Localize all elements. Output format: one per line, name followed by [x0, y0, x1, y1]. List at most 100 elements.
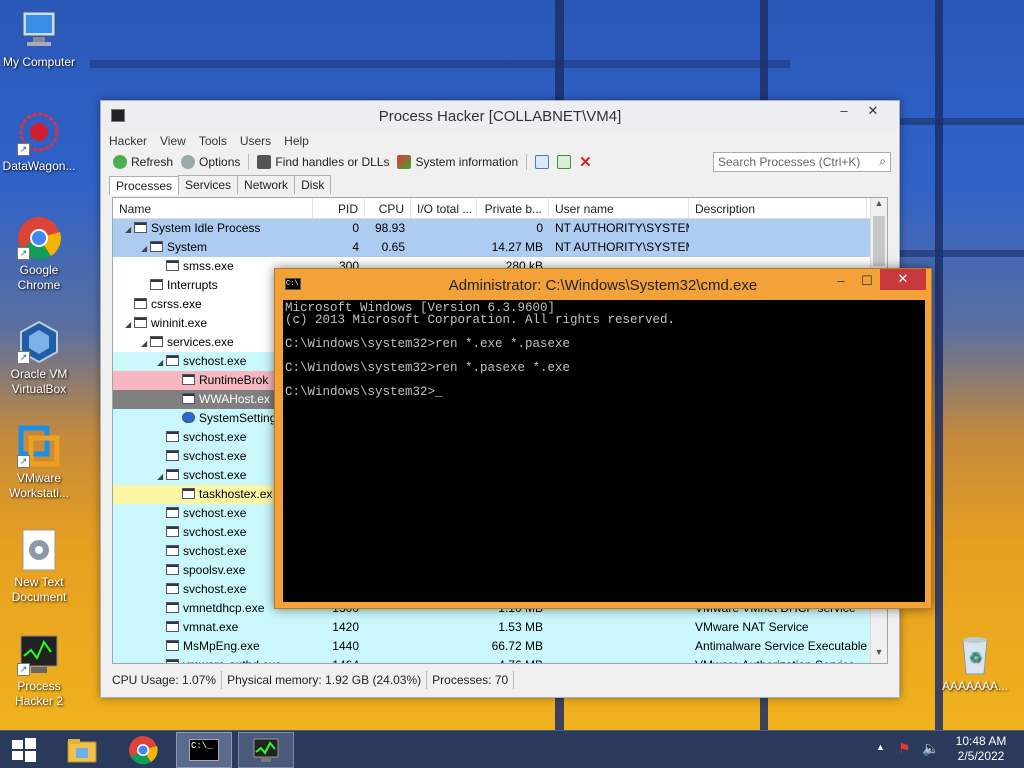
cmd-close-button[interactable]: ✕ [880, 269, 926, 290]
user-cell [549, 656, 689, 663]
console-line: C:\Windows\system32>ren *.pasexe *.exe [285, 361, 571, 375]
find-handles-button[interactable]: Find handles or DLLs [257, 155, 389, 169]
process-row[interactable]: ◢ System Idle Process 0 98.93 0 NT AUTHORITY\… [113, 219, 887, 238]
scroll-up-arrow[interactable]: ▲ [871, 198, 887, 214]
clock-date: 2/5/2022 [957, 749, 1005, 763]
taskbar-process-hacker[interactable] [238, 732, 294, 768]
process-icon [166, 507, 179, 518]
desktop-icon-recycle-bin[interactable]: ♻ AAAAAAA... [937, 632, 1013, 694]
scroll-down-arrow[interactable]: ▼ [871, 647, 887, 663]
desktop-icon-virtualbox[interactable]: ↗ Oracle VM VirtualBox [1, 320, 77, 397]
user-cell: NT AUTHORITY\SYSTEM [555, 221, 689, 235]
console-output[interactable]: Microsoft Windows [Version 6.3.9600] (c) … [283, 300, 925, 602]
tab-processes[interactable]: Processes [109, 176, 180, 195]
close-x-icon[interactable]: ✕ [579, 153, 592, 171]
chrome-icon: ↗ [17, 216, 61, 260]
process-name: services.exe [167, 335, 234, 349]
expand-toggle[interactable]: ◢ [141, 241, 150, 256]
scroll-thumb[interactable] [873, 216, 885, 266]
menu-tools[interactable]: Tools [199, 134, 227, 148]
taskbar-cmd[interactable]: C:\_ [176, 732, 232, 768]
process-icon [134, 222, 147, 233]
process-name: spoolsv.exe [183, 563, 246, 577]
tab-disk[interactable]: Disk [294, 175, 332, 194]
close-button[interactable]: ✕ [851, 101, 895, 122]
start-button[interactable] [0, 732, 48, 768]
tab-services[interactable]: Services [178, 175, 239, 194]
pid-cell: 1464 [313, 656, 365, 663]
process-name: svchost.exe [183, 449, 247, 463]
taskbar-chrome[interactable] [115, 732, 171, 768]
title-bar[interactable]: Process Hacker [COLLABNET\VM4] – ✕ [101, 101, 899, 131]
options-label: Options [199, 155, 241, 169]
process-icon [182, 393, 195, 404]
vmware-icon: ↗ [17, 424, 61, 468]
menu-view[interactable]: View [160, 134, 186, 148]
cmd-maximize-button[interactable]: ☐ [854, 271, 880, 292]
desktop-icon-vmware[interactable]: ↗ VMware Workstati... [1, 424, 77, 501]
process-name: svchost.exe [183, 354, 247, 368]
desktop-icon-process-hacker[interactable]: ↗ Process Hacker 2 [1, 632, 77, 709]
desktop-icon-chrome[interactable]: ↗ Google Chrome [1, 216, 77, 293]
column-name[interactable]: Name [113, 198, 313, 218]
virtualbox-icon: ↗ [17, 320, 61, 364]
desktop-icon-label: DataWagon... [2, 159, 76, 173]
action-center-flag-icon[interactable]: ⚑ [898, 740, 911, 757]
process-name: taskhostex.ex [199, 487, 273, 501]
process-icon [166, 355, 179, 366]
show-hidden-icons[interactable]: ▲ [876, 742, 885, 752]
name-cell: vmware-authd.exe [113, 656, 313, 663]
expand-toggle[interactable]: ◢ [157, 355, 166, 370]
physical-memory-status: Physical memory: 1.92 GB (24.03%) [222, 671, 428, 689]
process-row[interactable]: vmnat.exe 1420 1.53 MB VMware NAT Service [113, 618, 887, 637]
options-button[interactable]: Options [181, 155, 240, 169]
speaker-muted-icon[interactable]: 🔈 [922, 740, 939, 757]
taskbar-file-explorer[interactable] [54, 732, 110, 768]
desktop-icon-my-computer[interactable]: My Computer [1, 8, 77, 70]
process-icon [166, 640, 179, 651]
expand-toggle[interactable]: ◢ [125, 222, 134, 237]
tab-network[interactable]: Network [237, 175, 296, 194]
process-icon [182, 374, 195, 385]
menu-users[interactable]: Users [240, 134, 271, 148]
process-row[interactable]: ◢ System 4 0.65 14.27 MB NT AUTHORITY\SYSTEM [113, 238, 887, 257]
menu-help[interactable]: Help [284, 134, 309, 148]
process-icon [166, 583, 179, 594]
column-io-total[interactable]: I/O total ... [411, 198, 477, 218]
desktop-icon-datawagon[interactable]: ↗ DataWagon... [1, 112, 77, 174]
priv-cell: 66.72 MB [491, 639, 543, 653]
menu-hacker[interactable]: Hacker [109, 134, 147, 148]
process-icon [150, 241, 163, 252]
cmd-minimize-button[interactable]: – [828, 271, 854, 292]
window-go-icon[interactable] [557, 155, 572, 169]
desktop-icon-new-text-document[interactable]: New Text Document [1, 528, 77, 605]
process-row[interactable]: vmware-authd.exe 1464 4.76 MB VMware Author… [113, 656, 887, 663]
search-processes-input[interactable]: Search Processes (Ctrl+K) ⌕ [713, 152, 891, 172]
refresh-icon [113, 155, 127, 169]
column-private-bytes[interactable]: Private b... [477, 198, 549, 218]
system-information-button[interactable]: System information [397, 155, 518, 169]
column-cpu[interactable]: CPU [365, 198, 411, 218]
process-name: svchost.exe [183, 582, 247, 596]
clock[interactable]: 10:48 AM 2/5/2022 [950, 734, 1012, 764]
cpu-cell: 98.93 [374, 221, 405, 235]
status-bar: CPU Usage: 1.07% Physical memory: 1.92 G… [107, 671, 515, 689]
process-row[interactable]: MsMpEng.exe 1440 66.72 MB Antimalware Servi… [113, 637, 887, 656]
console-line: C:\Windows\system32>_ [285, 385, 443, 399]
column-description[interactable]: Description [689, 198, 867, 218]
process-icon [150, 336, 163, 347]
io-cell [411, 618, 477, 637]
column-pid[interactable]: PID [313, 198, 365, 218]
expand-toggle[interactable]: ◢ [157, 469, 166, 484]
expand-toggle[interactable]: ◢ [141, 336, 150, 351]
user-cell [549, 637, 689, 656]
process-name: svchost.exe [183, 468, 247, 482]
column-user-name[interactable]: User name [549, 198, 689, 218]
refresh-button[interactable]: Refresh [113, 155, 173, 169]
expand-toggle[interactable]: ◢ [125, 317, 134, 332]
window-icon[interactable] [535, 155, 550, 169]
desktop-icon-label: New Text Document [11, 575, 67, 604]
process-icon [166, 659, 179, 663]
toolbar-separator [248, 154, 250, 170]
desktop-icon-label: AAAAAAA... [941, 679, 1009, 693]
